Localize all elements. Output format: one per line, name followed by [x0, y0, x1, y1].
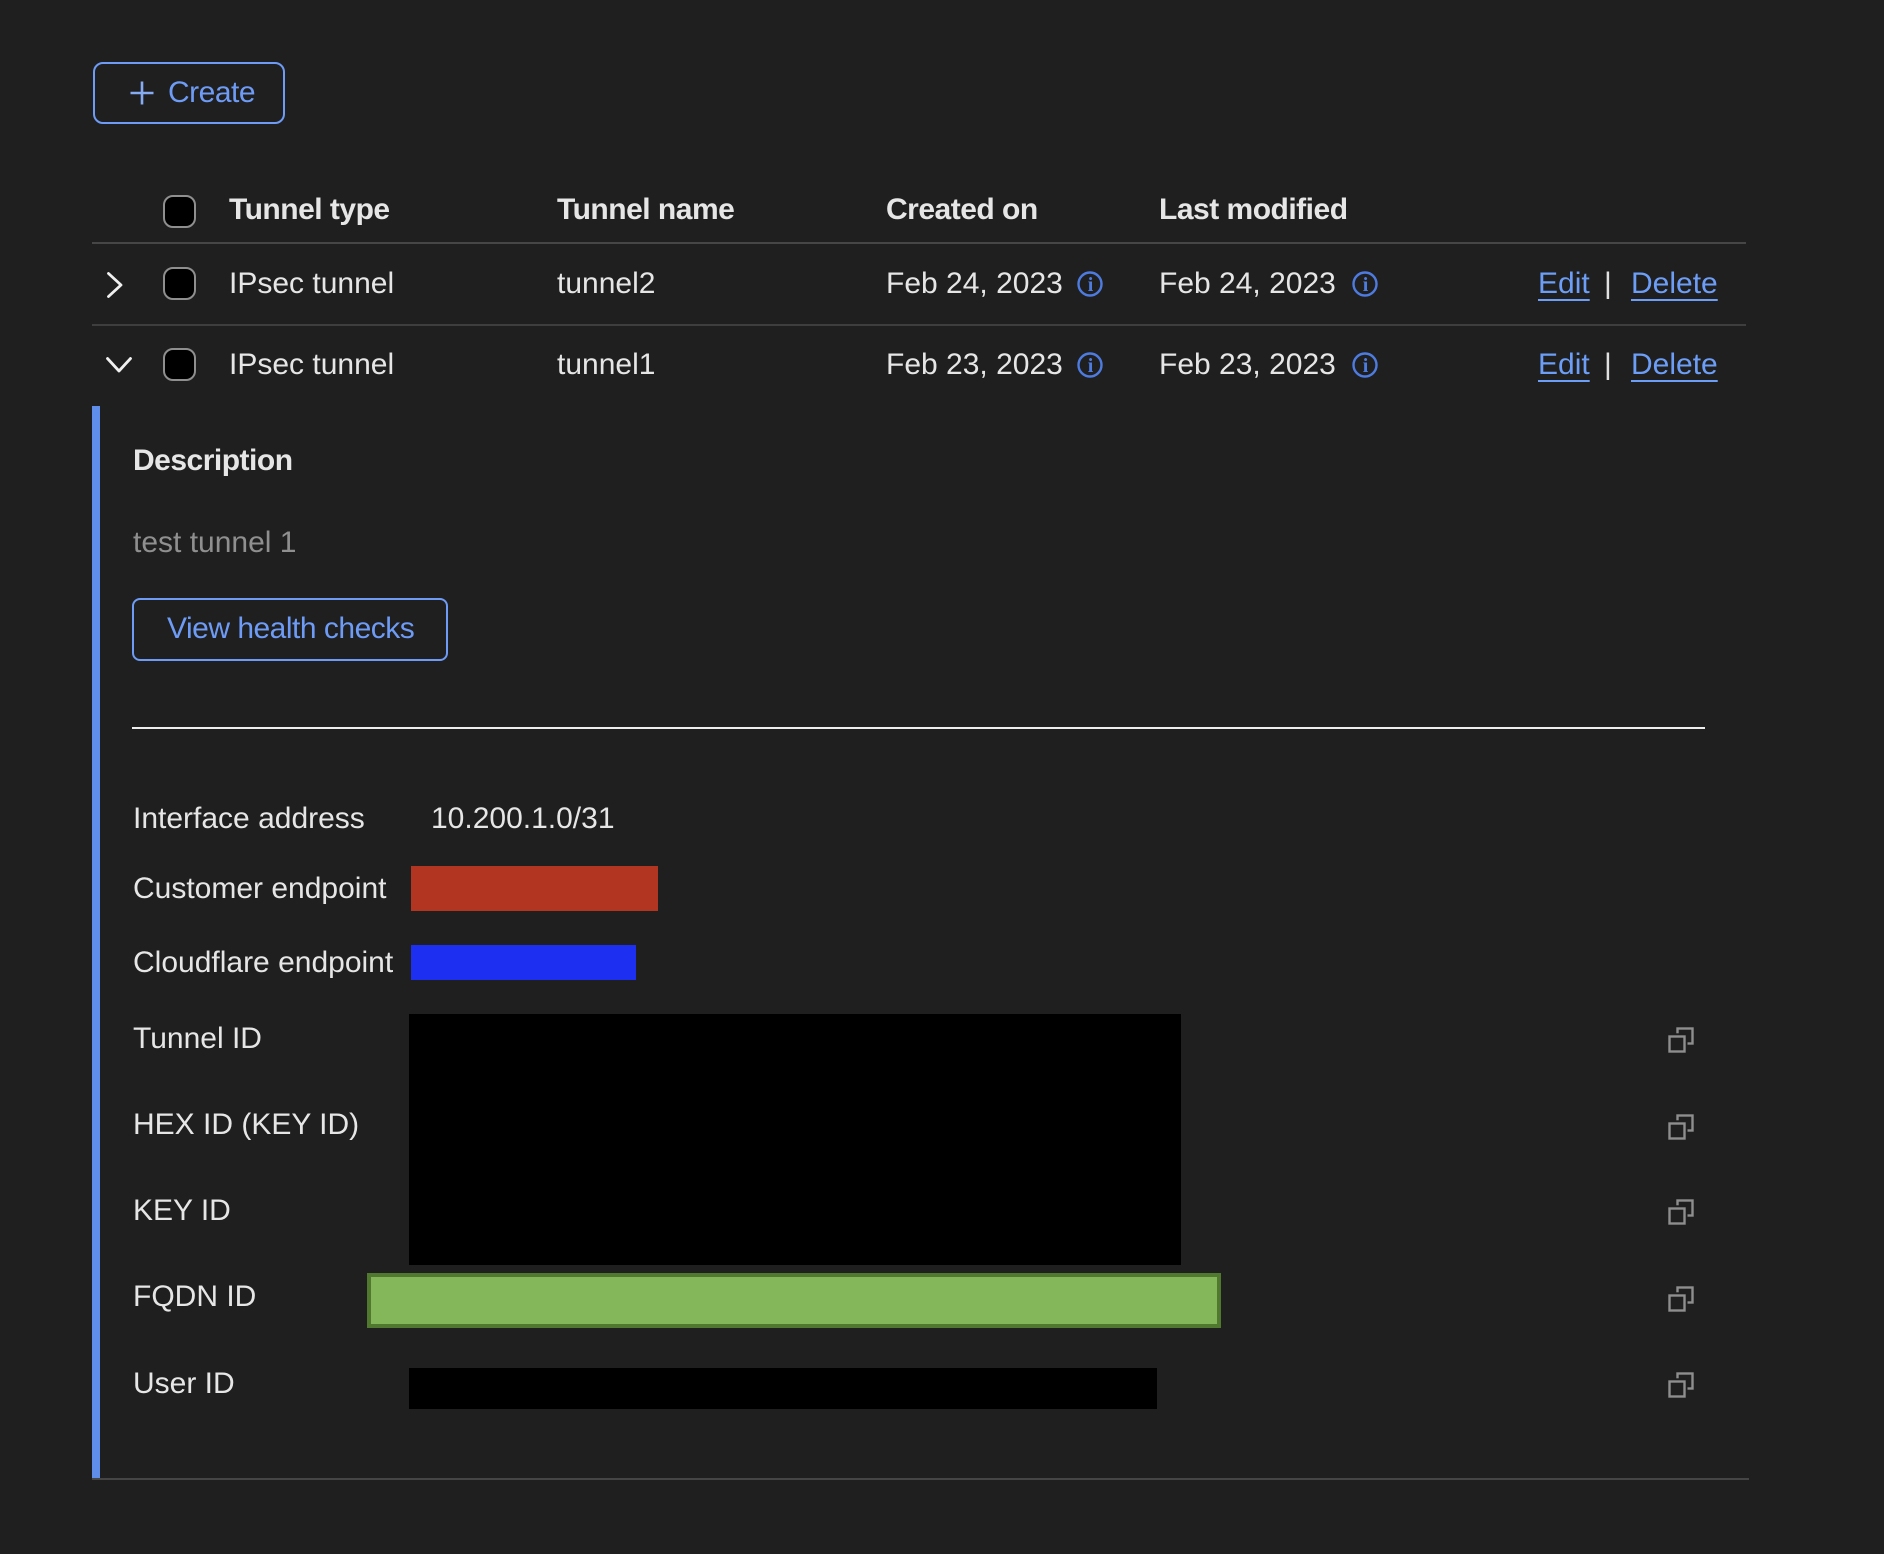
svg-text:i: i	[1363, 274, 1369, 296]
svg-text:i: i	[1088, 274, 1094, 296]
svg-text:i: i	[1088, 355, 1094, 377]
svg-text:i: i	[1363, 355, 1369, 377]
